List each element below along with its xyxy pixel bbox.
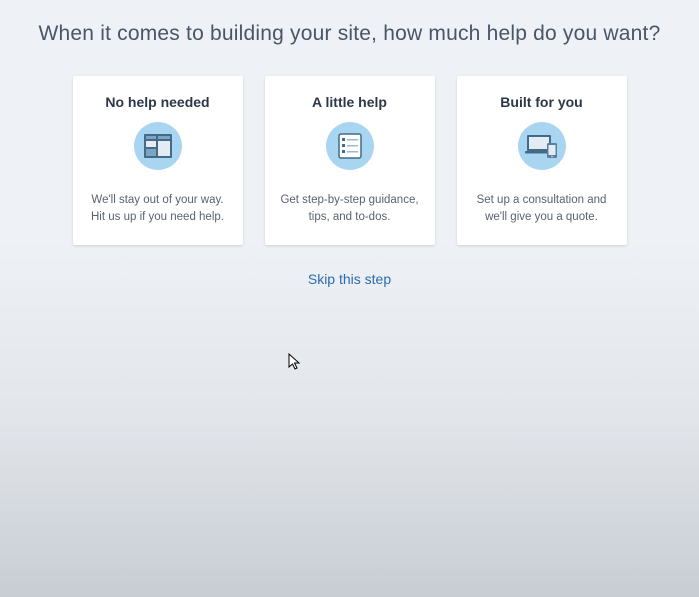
option-card-no-help[interactable]: No help needed We'll stay out of your wa…	[73, 76, 243, 245]
mouse-cursor-icon	[288, 353, 302, 371]
card-title: No help needed	[105, 94, 209, 110]
card-description: We'll stay out of your way. Hit us up if…	[85, 192, 231, 227]
checklist-icon	[326, 122, 374, 170]
card-description: Get step-by-step guidance, tips, and to-…	[277, 192, 423, 227]
onboarding-help-step: When it comes to building your site, how…	[0, 0, 699, 289]
option-card-little-help[interactable]: A little help Get step-by-step guidance,…	[265, 76, 435, 245]
option-card-built-for-you[interactable]: Built for you Set up a consultation and …	[457, 76, 627, 245]
site-editor-icon	[134, 122, 182, 170]
skip-step-link[interactable]: Skip this step	[308, 271, 391, 287]
option-cards: No help needed We'll stay out of your wa…	[30, 76, 669, 245]
card-title: A little help	[312, 94, 387, 110]
card-title: Built for you	[500, 94, 582, 110]
devices-icon	[518, 122, 566, 170]
page-title: When it comes to building your site, how…	[30, 22, 669, 46]
card-description: Set up a consultation and we'll give you…	[469, 192, 615, 227]
